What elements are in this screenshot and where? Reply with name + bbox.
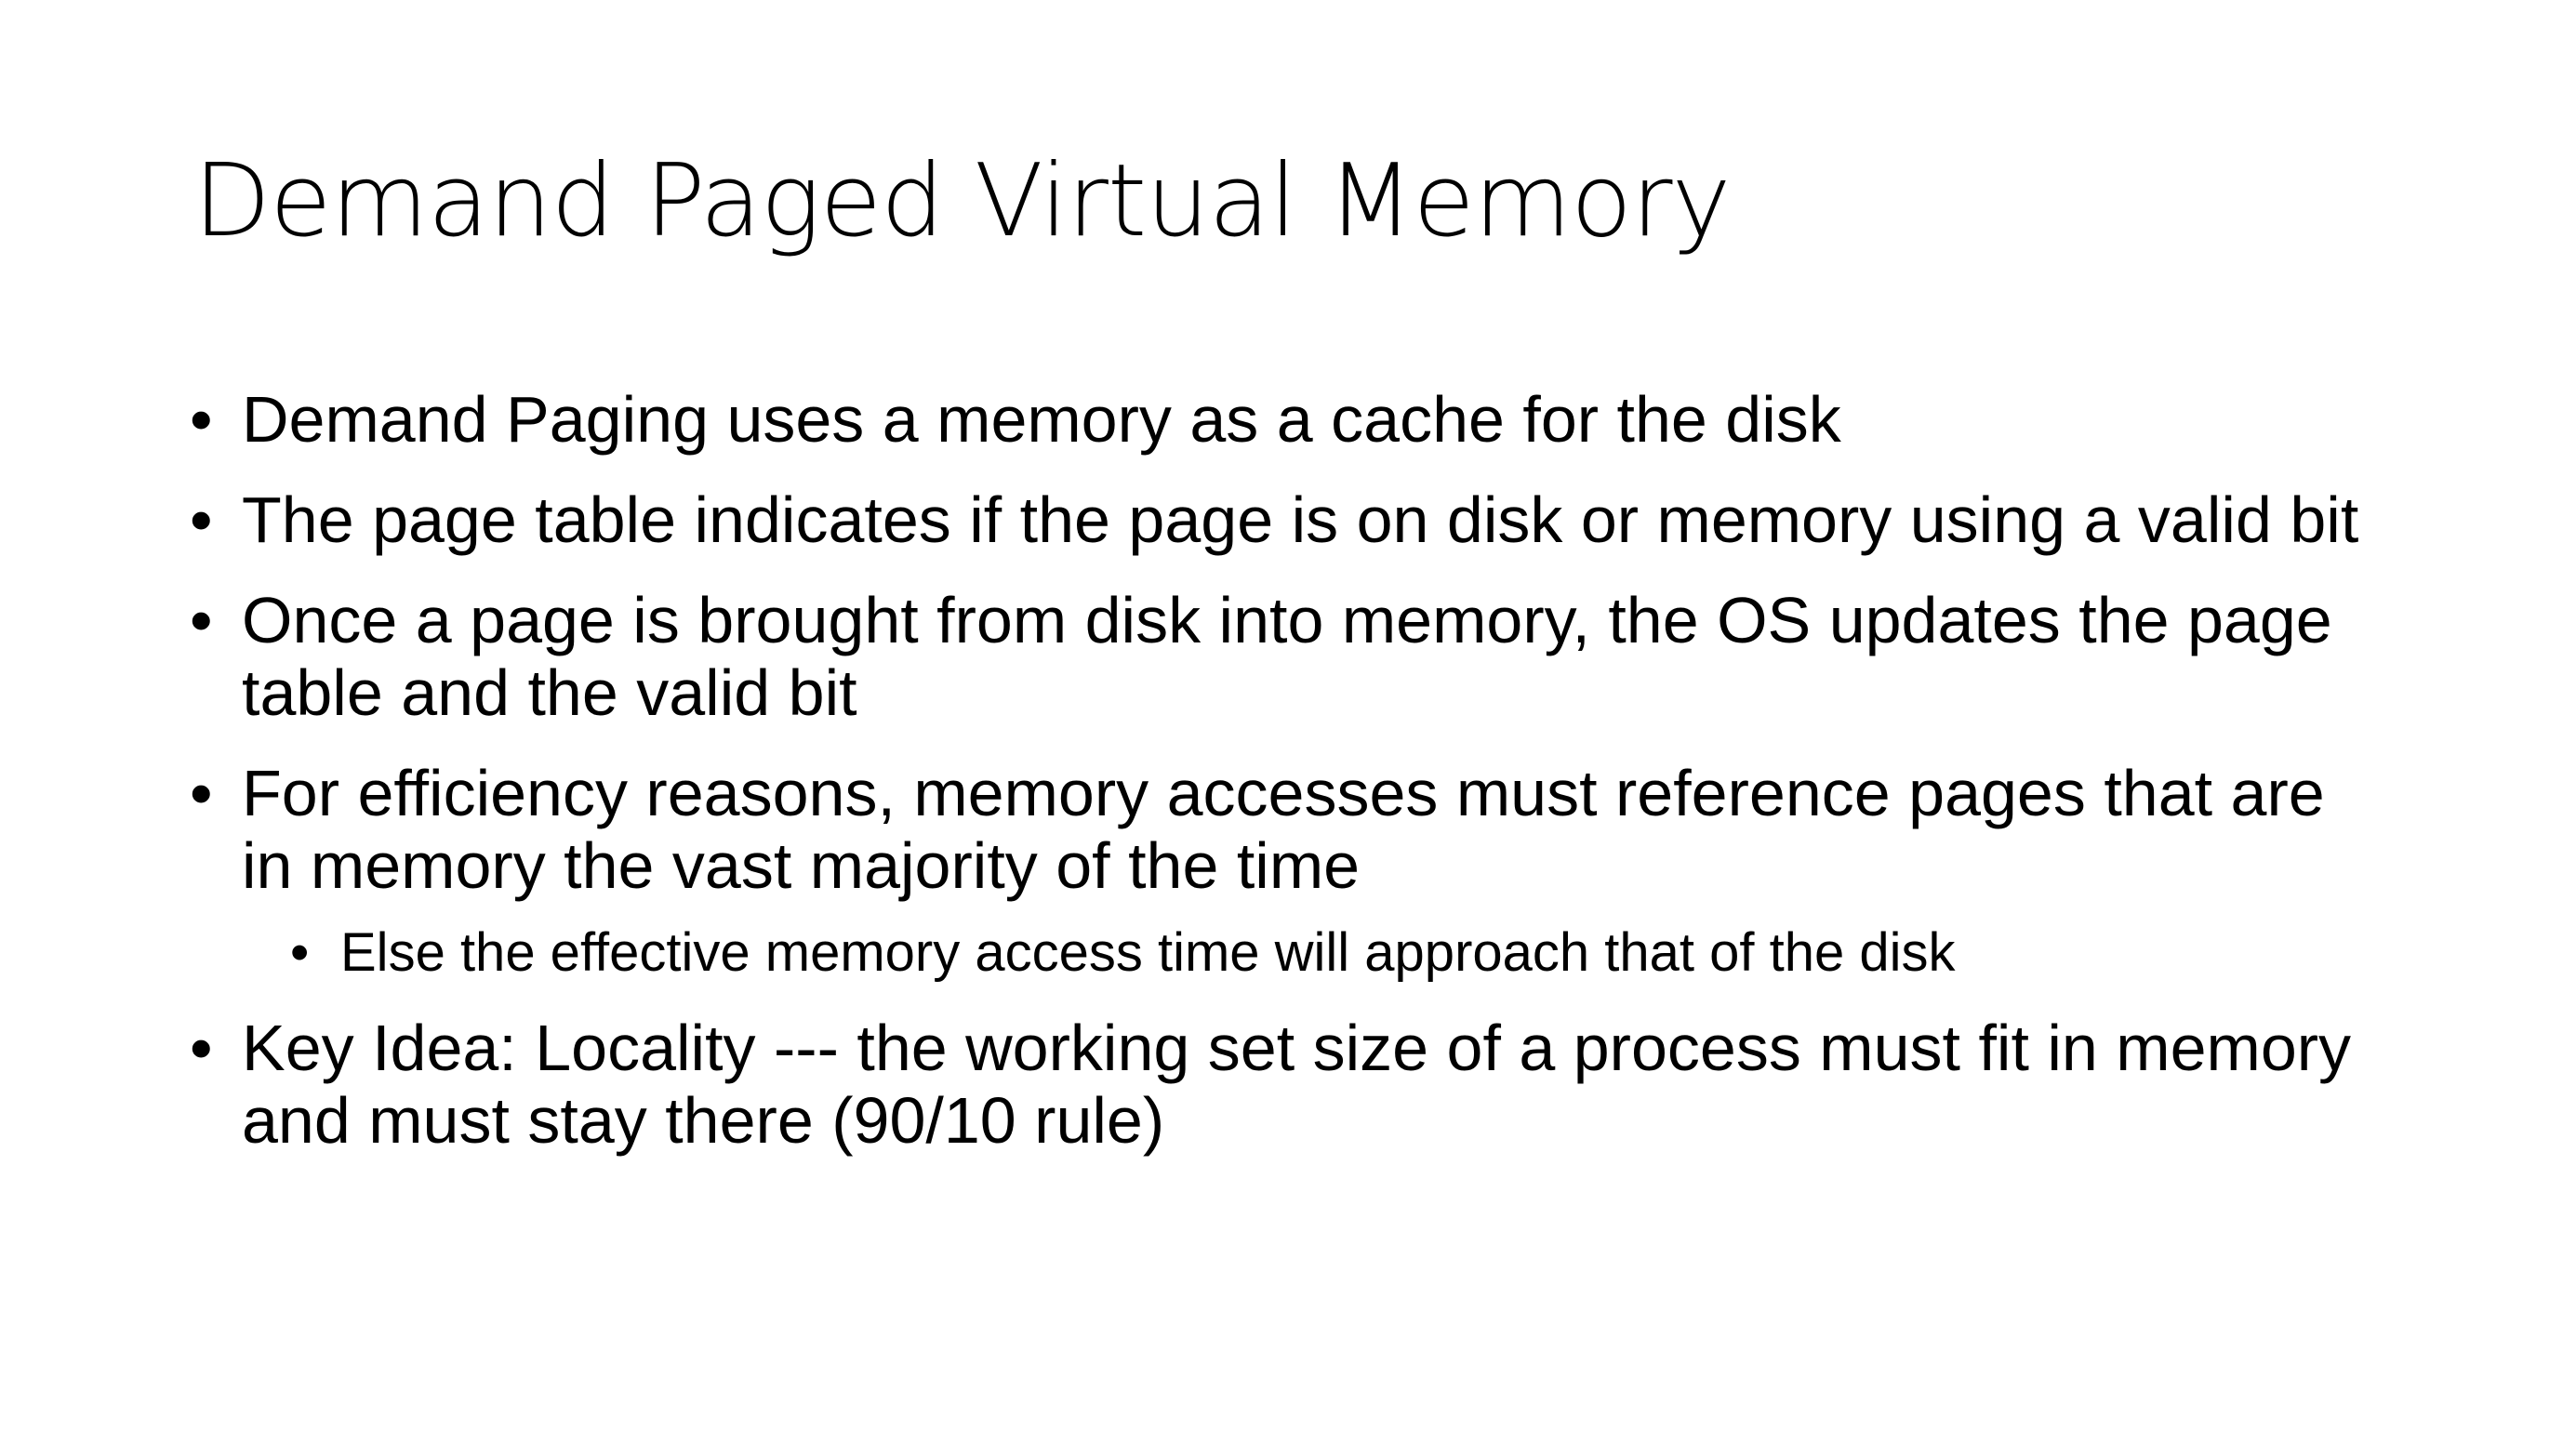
slide: Demand Paged Virtual Memory • Demand Pag…	[0, 0, 2576, 1443]
sub-bullet-list: • Else the effective memory access time …	[242, 922, 2362, 984]
bullet-list: • Demand Paging uses a memory as a cache…	[190, 383, 2440, 1185]
sub-bullet-dot-icon: •	[290, 922, 310, 983]
bullet-item: • Key Idea: Locality --- the working set…	[190, 1012, 2362, 1157]
bullet-item: • The page table indicates if the page i…	[190, 483, 2362, 556]
bullet-item: • For efficiency reasons, memory accesse…	[190, 757, 2362, 984]
bullet-dot-icon: •	[190, 383, 213, 456]
bullet-text: Demand Paging uses a memory as a cache f…	[242, 383, 1841, 456]
sub-bullet-text: Else the effective memory access time wi…	[340, 922, 1956, 983]
bullet-dot-icon: •	[190, 1012, 213, 1084]
bullet-item: • Once a page is brought from disk into …	[190, 584, 2362, 729]
bullet-item: • Demand Paging uses a memory as a cache…	[190, 383, 2362, 456]
bullet-text: Key Idea: Locality --- the working set s…	[242, 1012, 2352, 1157]
bullet-dot-icon: •	[190, 483, 213, 556]
bullet-text: The page table indicates if the page is …	[242, 483, 2359, 556]
slide-title: Demand Paged Virtual Memory	[193, 143, 1731, 259]
bullet-text: For efficiency reasons, memory accesses …	[242, 757, 2325, 902]
bullet-text: Once a page is brought from disk into me…	[242, 584, 2332, 729]
bullet-dot-icon: •	[190, 584, 213, 656]
sub-bullet-item: • Else the effective memory access time …	[290, 922, 2362, 984]
bullet-dot-icon: •	[190, 757, 213, 829]
